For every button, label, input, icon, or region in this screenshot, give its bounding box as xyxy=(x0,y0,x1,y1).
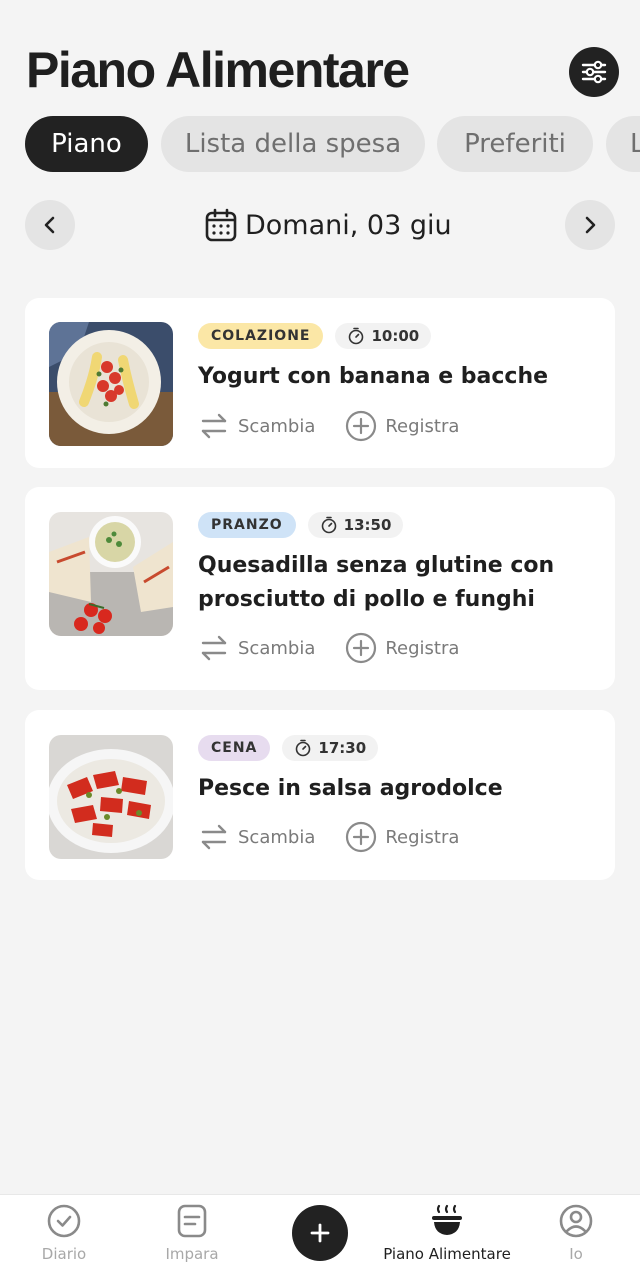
nav-item-diario[interactable]: Diario xyxy=(0,1203,129,1263)
swap-icon xyxy=(201,824,227,850)
nav-item-io[interactable]: Io xyxy=(511,1203,640,1263)
meal-title: Quesadilla senza glutine con prosciutto … xyxy=(198,553,555,612)
log-label: Registra xyxy=(385,415,460,437)
stopwatch-icon xyxy=(349,327,364,345)
swap-label: Scambia xyxy=(238,415,316,437)
previous-day-button[interactable] xyxy=(25,200,75,250)
nav-label: Piano Alimentare xyxy=(383,1245,511,1263)
plus-circle-icon xyxy=(346,632,377,664)
nav-label: Io xyxy=(569,1245,583,1263)
check-circle-icon xyxy=(47,1204,81,1238)
meal-type-badge: COLAZIONE xyxy=(198,323,324,349)
tab-lista-della-spesa[interactable]: Lista della spesa xyxy=(161,116,425,172)
swap-icon xyxy=(201,635,227,661)
tab-piano[interactable]: Piano xyxy=(25,116,148,172)
date-display[interactable]: Domani, 03 giu xyxy=(205,200,452,250)
log-button[interactable]: Registra xyxy=(345,821,459,853)
nav-label: Diario xyxy=(41,1245,87,1263)
time-badge: 13:50 xyxy=(307,512,404,538)
log-button[interactable]: Registra xyxy=(345,632,459,664)
swap-label: Scambia xyxy=(238,637,316,659)
log-button[interactable]: Registra xyxy=(345,410,459,442)
meal-actions: Scambia Registra xyxy=(198,821,459,853)
time-badge: 10:00 xyxy=(335,323,432,349)
meal-photo xyxy=(49,512,173,636)
tab-more[interactable]: L xyxy=(606,116,640,172)
meal-badges: PRANZO 13:50 xyxy=(198,512,404,538)
sliders-icon xyxy=(581,60,607,84)
header: Piano Alimentare xyxy=(0,0,640,110)
tab-bar: Piano Lista della spesa Preferiti L xyxy=(0,116,640,172)
plus-circle-icon xyxy=(346,821,377,853)
plus-circle-icon xyxy=(346,410,377,442)
swap-button[interactable]: Scambia xyxy=(198,410,315,442)
chevron-right-icon xyxy=(585,216,596,234)
note-icon xyxy=(177,1204,207,1238)
meal-card-cena[interactable]: CENA 17:30 Pesce in salsa agrodolce Scam… xyxy=(25,710,615,880)
meal-time: 17:30 xyxy=(318,739,367,757)
nav-label: Impara xyxy=(165,1245,219,1263)
swap-label: Scambia xyxy=(238,826,316,848)
bowl-icon xyxy=(432,1204,462,1235)
nav-item-impara[interactable]: Impara xyxy=(127,1203,257,1263)
meal-badges: COLAZIONE 10:00 xyxy=(198,323,432,349)
user-circle-icon xyxy=(559,1204,593,1238)
meal-time: 13:50 xyxy=(343,516,392,534)
bottom-navigation: Diario Impara Piano Alimentare Io xyxy=(0,1194,640,1280)
meal-badges: CENA 17:30 xyxy=(198,735,379,761)
meal-photo xyxy=(49,322,173,446)
stopwatch-icon xyxy=(296,739,311,757)
add-button[interactable] xyxy=(292,1205,348,1261)
meal-card-pranzo[interactable]: PRANZO 13:50 Quesadilla senza glutine co… xyxy=(25,487,615,690)
next-day-button[interactable] xyxy=(565,200,615,250)
date-label: Domani, 03 giu xyxy=(245,209,452,241)
page-title: Piano Alimentare xyxy=(26,42,410,98)
log-label: Registra xyxy=(385,637,460,659)
meal-type-badge: CENA xyxy=(198,735,271,761)
swap-button[interactable]: Scambia xyxy=(198,821,315,853)
meal-card-colazione[interactable]: COLAZIONE 10:00 Yogurt con banana e bacc… xyxy=(25,298,615,468)
date-navigator: Domani, 03 giu xyxy=(0,200,640,250)
tab-preferiti[interactable]: Preferiti xyxy=(437,116,593,172)
calendar-icon xyxy=(205,208,237,242)
meal-title: Yogurt con banana e bacche xyxy=(198,364,549,389)
chevron-left-icon xyxy=(44,216,55,234)
meal-type-badge: PRANZO xyxy=(198,512,296,538)
time-badge: 17:30 xyxy=(282,735,379,761)
meal-actions: Scambia Registra xyxy=(198,632,459,664)
filter-button[interactable] xyxy=(569,47,619,97)
plus-icon xyxy=(310,1223,330,1243)
meal-time: 10:00 xyxy=(371,327,420,345)
swap-icon xyxy=(201,413,227,439)
nav-item-piano-alimentare[interactable]: Piano Alimentare xyxy=(382,1203,512,1263)
meal-actions: Scambia Registra xyxy=(198,410,459,442)
log-label: Registra xyxy=(385,826,460,848)
meal-photo xyxy=(49,735,173,859)
swap-button[interactable]: Scambia xyxy=(198,632,315,664)
stopwatch-icon xyxy=(321,516,336,534)
meal-title: Pesce in salsa agrodolce xyxy=(198,776,503,801)
